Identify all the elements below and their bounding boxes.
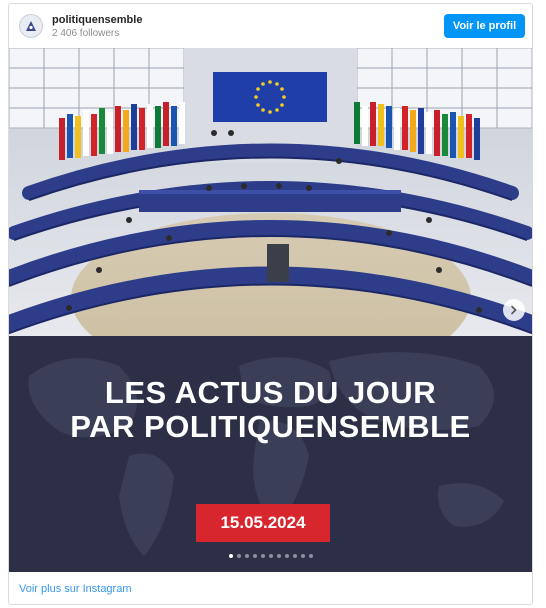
carousel-dot	[300, 554, 305, 558]
view-profile-button[interactable]: Voir le profil	[444, 14, 525, 38]
carousel-dot	[236, 554, 241, 558]
view-more-on-instagram-link[interactable]: Voir plus sur Instagram	[19, 583, 132, 595]
carousel-next-button[interactable]	[503, 299, 525, 321]
carousel-dot	[228, 554, 233, 558]
parliament-photo	[9, 48, 532, 336]
followers-count: 2 406 followers	[52, 28, 120, 39]
post-media[interactable]: LES ACTUS DU JOUR PAR POLITIQUENSEMBLE 1…	[9, 48, 532, 572]
carousel-dot	[244, 554, 249, 558]
headline-banner: LES ACTUS DU JOUR PAR POLITIQUENSEMBLE 1…	[9, 336, 532, 572]
carousel-indicator	[9, 554, 532, 558]
carousel-dot	[276, 554, 281, 558]
headline: LES ACTUS DU JOUR PAR POLITIQUENSEMBLE	[9, 376, 532, 444]
carousel-dot	[252, 554, 257, 558]
date-badge: 15.05.2024	[196, 504, 330, 542]
username[interactable]: politiquensemble	[52, 14, 142, 26]
instagram-embed: politiquensemble 2 406 followers Voir le…	[8, 3, 533, 605]
post-header: politiquensemble 2 406 followers Voir le…	[9, 4, 532, 48]
carousel-dot	[292, 554, 297, 558]
carousel-dot	[284, 554, 289, 558]
headline-line-2: PAR POLITIQUENSEMBLE	[70, 409, 471, 444]
carousel-dot	[308, 554, 313, 558]
avatar[interactable]	[19, 14, 43, 38]
party-logo-icon	[26, 21, 36, 31]
carousel-dot	[268, 554, 273, 558]
chevron-right-icon	[511, 305, 517, 315]
carousel-dot	[260, 554, 265, 558]
headline-line-1: LES ACTUS DU JOUR	[104, 375, 437, 410]
